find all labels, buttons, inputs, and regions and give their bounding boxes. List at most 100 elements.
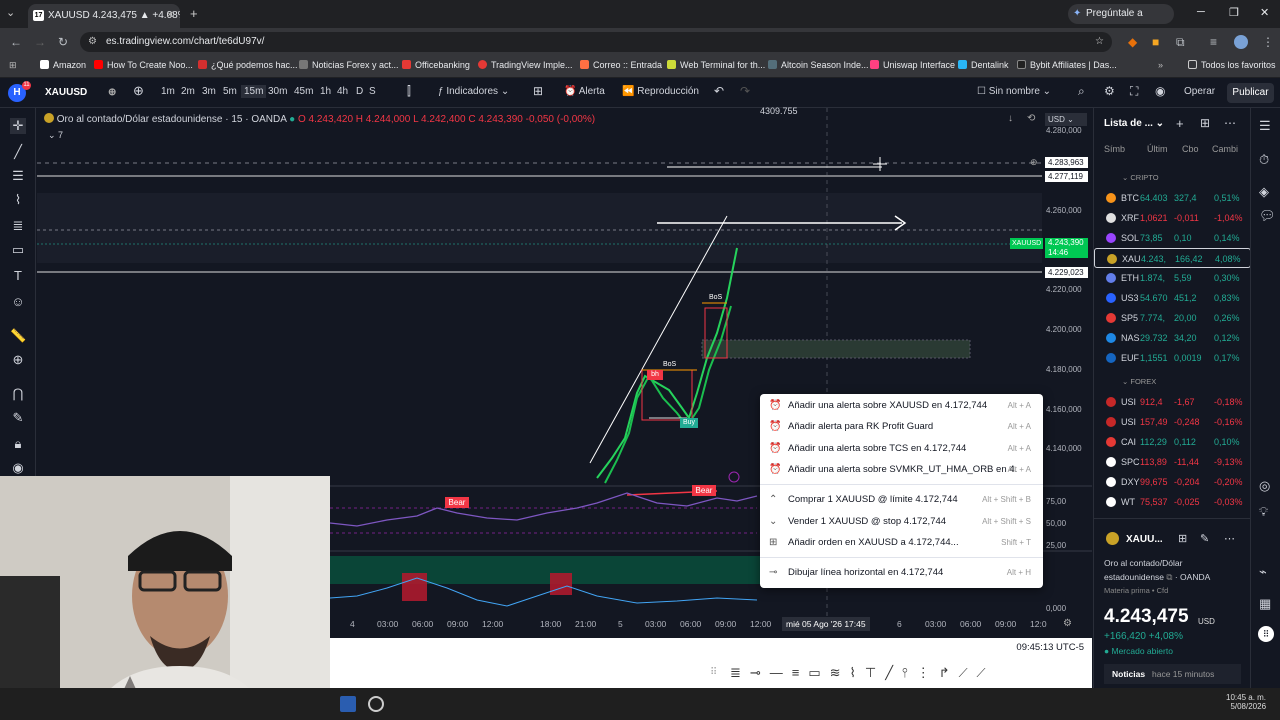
watchlist-row[interactable]: DXY 99,675 -0,204 -0,20% — [1094, 472, 1251, 492]
apps-grid-icon[interactable]: ⠿ — [1258, 626, 1274, 642]
camera-icon[interactable]: ◉ — [1155, 84, 1165, 98]
emoji-icon[interactable]: ☺ — [10, 294, 26, 309]
watchlist-row[interactable]: EUF 1,1551 0,0019 0,17% — [1094, 348, 1251, 368]
bookmark-item[interactable]: Amazon — [40, 60, 86, 70]
watchlist-row[interactable]: USI 157,49 -0,248 -0,16% — [1094, 412, 1251, 432]
timeframe-15m[interactable]: 15m — [241, 85, 267, 98]
menu-item-add-alert-rk[interactable]: ⏰ Añadir alerta para RK Profit Guard Alt +… — [760, 417, 1043, 437]
bookmark-item[interactable]: How To Create Noo... — [94, 60, 193, 70]
horizontal-lines-icon[interactable]: ☰ — [10, 168, 26, 184]
replay-button[interactable]: ⏪ Reproducción — [622, 86, 699, 97]
alert-button[interactable]: ⏰ Alerta — [564, 86, 605, 97]
flag-icon[interactable]: ⊕ — [108, 83, 116, 103]
timeframe-5m[interactable]: 5m — [223, 86, 237, 97]
auto-scale-icon[interactable]: ⟲ — [1027, 113, 1035, 124]
close-icon[interactable]: ✕ — [166, 4, 174, 28]
trendline-icon[interactable]: ╱ — [10, 144, 26, 160]
back-icon[interactable]: ← — [10, 35, 22, 49]
watchlist-row[interactable]: SPC 113,89 -11,44 -9,13% — [1094, 452, 1251, 472]
search-icon[interactable]: ⌕ — [1078, 84, 1085, 99]
fullscreen-icon[interactable]: ⛶ — [1130, 84, 1138, 99]
timeframe-1m[interactable]: 1m — [161, 86, 175, 97]
chart-settings-icon[interactable]: ⚙ — [1063, 618, 1072, 629]
layers-icon[interactable]: ◈ — [1259, 184, 1269, 200]
layout-name-button[interactable]: ☐ Sin nombre ⌄ — [977, 86, 1051, 97]
indicators-collapse[interactable]: ⌄ 7 — [48, 130, 63, 141]
redo-icon[interactable]: ↷ — [740, 84, 750, 98]
watchlist-row[interactable]: SOL 73,85 0,10 0,14% — [1094, 228, 1251, 248]
bookmark-item[interactable]: Bybit Affiliates | Das... — [1017, 60, 1117, 70]
timeframe-4h[interactable]: 4h — [337, 86, 348, 97]
trade-button[interactable]: Operar — [1184, 86, 1215, 97]
extension-icon[interactable]: ■ — [1152, 35, 1159, 49]
lightbulb-icon[interactable]: 💡︎ — [1259, 504, 1268, 520]
bookmark-item[interactable]: Correo :: Entrada — [580, 60, 662, 70]
col-change[interactable]: Cbo — [1182, 144, 1199, 154]
timeframe-30m[interactable]: 30m — [268, 86, 287, 97]
taskbar-clock[interactable]: 10:45 a. m. 5/08/2026 — [1226, 693, 1266, 711]
col-change-pct[interactable]: Cambi — [1212, 144, 1238, 154]
crosshair-icon[interactable]: ✛ — [10, 118, 26, 134]
add-symbol-icon[interactable]: + — [1176, 116, 1184, 131]
time-axis[interactable]: 4 03:00 06:00 09:00 12:00 18:00 21:00 5 … — [330, 616, 1047, 634]
media-icon[interactable]: ≡ — [1210, 35, 1217, 49]
watchlist-icon[interactable]: ☰ — [1259, 118, 1271, 134]
menu-item-add-alert-tcs[interactable]: ⏰ Añadir una alerta sobre TCS en 4.172,74… — [760, 439, 1043, 459]
add-alert-plus-icon[interactable]: ⊕ — [1030, 157, 1038, 168]
url-field[interactable]: ⚙ es.tradingview.com/chart/te6dU97v/ ☆ — [80, 32, 1112, 52]
pattern-icon[interactable]: ⌇ — [10, 192, 26, 208]
reload-icon[interactable]: ↻ — [58, 35, 68, 49]
text-icon[interactable]: T — [10, 268, 26, 283]
menu-item-draw-horizontal-line[interactable]: ⊸ Dibujar línea horizontal en 4.172,744 Al… — [760, 563, 1043, 583]
chart-type-icon[interactable]: ⫿ — [407, 84, 411, 99]
browser-tab[interactable]: 17 XAUUSD 4.243,475 ▲ +4.08% S✕ — [28, 4, 180, 28]
hotlist-icon[interactable]: ⌁ — [1259, 564, 1267, 580]
timeframe-1h[interactable]: 1h — [320, 86, 331, 97]
lock-icon[interactable]: 🔒︎ — [10, 436, 26, 452]
bookmark-item[interactable]: Uniswap Interface — [870, 60, 955, 70]
all-bookmarks-folder[interactable]: Todos los favoritos — [1188, 60, 1276, 70]
timeframe-3m[interactable]: 3m — [202, 86, 216, 97]
drawing-tools-icons[interactable]: ≣⊸—≡▭≋⌇⊤╱⫯⋮↱⟋⟋ — [730, 665, 995, 681]
maximize-icon[interactable]: ❐ — [1229, 6, 1239, 19]
more-bookmarks-icon[interactable]: » — [1158, 60, 1163, 70]
timeframe-d[interactable]: D — [356, 86, 363, 97]
close-window-icon[interactable]: ✕ — [1260, 6, 1269, 19]
compare-add-icon[interactable]: ⊕ — [133, 83, 144, 99]
minimize-icon[interactable]: ─ — [1197, 6, 1205, 18]
taskbar-app-icon[interactable] — [340, 696, 356, 712]
site-info-icon[interactable]: ⚙ — [88, 32, 97, 52]
chart-title[interactable]: Oro al contado/Dólar estadounidense · 15… — [57, 114, 287, 125]
more-options-icon[interactable]: ⋯ — [1224, 532, 1235, 545]
chart-clock[interactable]: 09:45:13 UTC-5 — [1016, 642, 1084, 653]
menu-item-sell-stop[interactable]: ⌄ Vender 1 XAUUSD @ stop 4.172,744 Alt + S… — [760, 512, 1043, 532]
more-options-icon[interactable]: ⋯ — [1224, 116, 1236, 130]
settings-gear-icon[interactable]: ⚙ — [1104, 84, 1115, 98]
watchlist-row[interactable]: WT 75,537 -0,025 -0,03% — [1094, 492, 1251, 512]
new-tab-icon[interactable]: + — [190, 6, 198, 21]
watchlist-row[interactable]: NAS 29.732 34,20 0,12% — [1094, 328, 1251, 348]
taskbar-chrome-icon[interactable] — [368, 696, 384, 712]
bookmark-item[interactable]: ¿Qué podemos hac... — [198, 60, 298, 70]
menu-item-add-alert-symbol[interactable]: ⏰ Añadir una alerta sobre XAUUSD en 4.172… — [760, 396, 1043, 416]
layouts-icon[interactable]: ⊞ — [533, 84, 543, 98]
ruler-icon[interactable]: 📏 — [10, 328, 26, 344]
col-symbol[interactable]: Símb — [1104, 144, 1125, 154]
timeframe-s[interactable]: S — [369, 86, 376, 97]
watchlist-row[interactable]: SP5 7.774, 20,00 0,26% — [1094, 308, 1251, 328]
watchlist-row[interactable]: BTC 64.403 327,4 0,51% — [1094, 188, 1251, 208]
bookmark-star-icon[interactable]: ☆ — [1095, 32, 1104, 52]
zoom-icon[interactable]: ⊕ — [10, 352, 26, 368]
col-last[interactable]: Últim — [1147, 144, 1168, 154]
tab-menu-icon[interactable]: ⌄ — [6, 6, 15, 19]
scroll-down-icon[interactable]: ↓ — [1008, 113, 1013, 124]
drag-handle-icon[interactable]: ⠿ — [710, 667, 717, 678]
edit-icon[interactable]: ✎ — [1200, 532, 1209, 545]
fib-icon[interactable]: ≣ — [10, 218, 26, 234]
watchlist-row[interactable]: USI 912,4 -1,67 -0,18% — [1094, 392, 1251, 412]
gemini-button[interactable]: ✦Pregúntale a Gemini — [1068, 4, 1174, 39]
timeframe-2m[interactable]: 2m — [181, 86, 195, 97]
bookmark-item[interactable]: Web Terminal for th... — [667, 60, 765, 70]
indicators-button[interactable]: ƒ Indicadores ⌄ — [438, 86, 509, 97]
section-header[interactable]: ⌄ CRIPTO — [1122, 173, 1159, 182]
